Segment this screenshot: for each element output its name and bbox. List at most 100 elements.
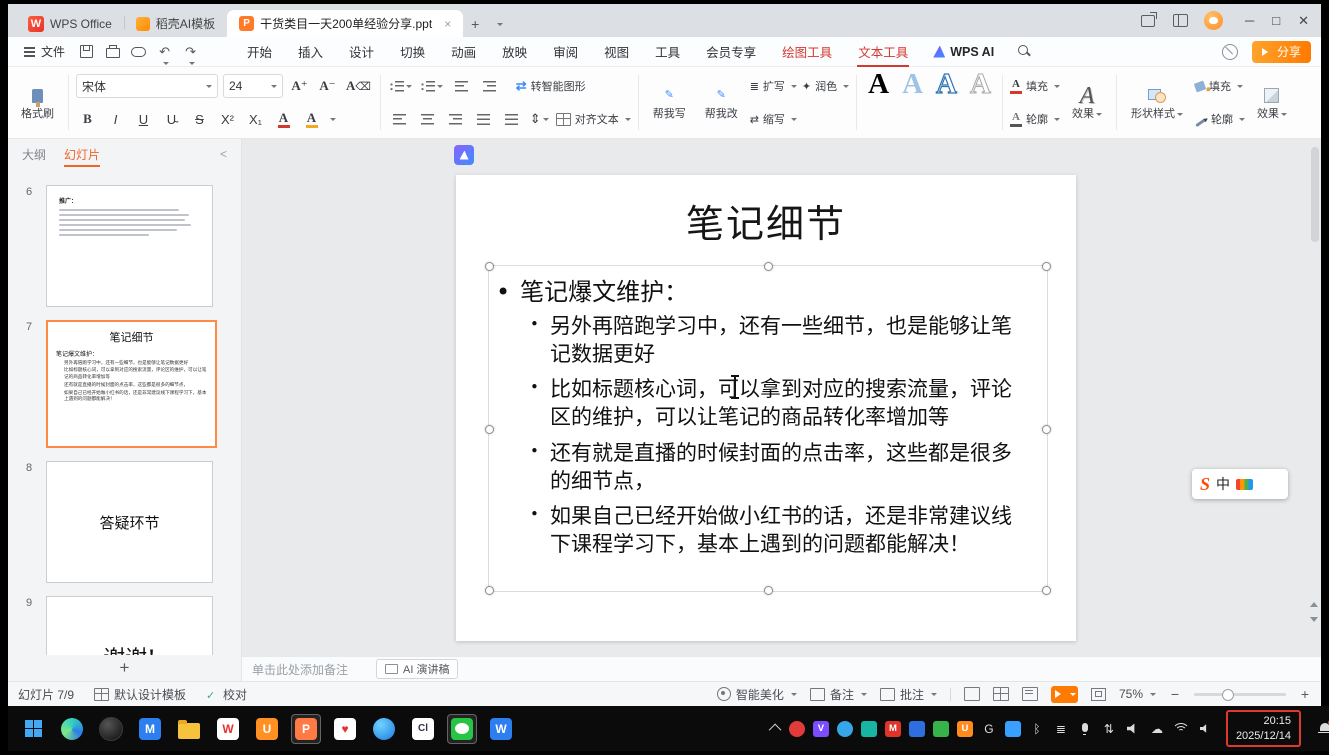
- file-menu-button[interactable]: 文件: [18, 43, 71, 60]
- tray-icon-green[interactable]: [933, 721, 949, 737]
- menu-review[interactable]: 审阅: [552, 37, 579, 66]
- resize-handle-se[interactable]: [1042, 586, 1051, 595]
- scrollbar-thumb[interactable]: [1311, 147, 1319, 242]
- resize-handle-w[interactable]: [485, 425, 494, 434]
- taskbar-app-wework[interactable]: W: [486, 714, 516, 744]
- close-tab-icon[interactable]: ×: [444, 17, 451, 31]
- menu-design[interactable]: 设计: [348, 37, 375, 66]
- cloud-icon[interactable]: ☁: [1149, 721, 1165, 737]
- search-icon[interactable]: [1018, 45, 1031, 58]
- shape-outline-button[interactable]: 轮廓: [1195, 111, 1245, 127]
- underline-button[interactable]: U: [132, 109, 155, 130]
- taskbar-app-wechat[interactable]: [447, 714, 477, 744]
- taskbar-app-explorer[interactable]: [174, 714, 204, 744]
- hidden-icons-chevron[interactable]: [769, 724, 782, 737]
- format-painter-button[interactable]: 格式刷: [14, 70, 61, 135]
- tray-icon-v[interactable]: V: [813, 721, 829, 737]
- resize-handle-n[interactable]: [764, 262, 773, 271]
- slide-bullet[interactable]: 另外再陪跑学习中，还有一些细节，也是能够让笔记数据更好: [530, 313, 1032, 368]
- zoom-slider[interactable]: [1194, 693, 1286, 696]
- shape-fill-button[interactable]: 填充: [1195, 78, 1243, 94]
- increase-indent-icon[interactable]: [478, 76, 501, 97]
- menu-view[interactable]: 视图: [603, 37, 630, 66]
- speaker-icon[interactable]: [1125, 721, 1141, 737]
- slide-lead-bullet[interactable]: 笔记爆文维护：: [496, 272, 688, 307]
- maximize-button[interactable]: □: [1272, 13, 1280, 28]
- share-button[interactable]: 分享: [1252, 41, 1311, 63]
- shield-icon[interactable]: [1005, 721, 1021, 737]
- mixer-icon[interactable]: ≣: [1053, 721, 1069, 737]
- menu-wps-ai[interactable]: WPS AI: [933, 45, 994, 59]
- text-preset-1[interactable]: A: [864, 70, 893, 135]
- menu-insert[interactable]: 插入: [297, 37, 324, 66]
- smart-beautify-button[interactable]: 智能美化: [717, 686, 797, 703]
- shrink-write-button[interactable]: ⇄ 缩写: [750, 111, 797, 127]
- clear-format-icon[interactable]: A⌫: [344, 76, 373, 97]
- taskbar-app-dark[interactable]: [96, 714, 126, 744]
- zoom-out-button[interactable]: −: [1169, 686, 1181, 702]
- shape-style-button[interactable]: 形状样式: [1124, 70, 1190, 135]
- ai-speech-button[interactable]: AI 演讲稿: [376, 659, 458, 679]
- wifi-icon[interactable]: [1173, 721, 1189, 737]
- redo-icon[interactable]: ↷: [183, 44, 198, 59]
- tab-docer-templates[interactable]: 稻壳AI模板: [124, 10, 227, 37]
- tray-icon-blue[interactable]: [909, 721, 925, 737]
- tab-outline[interactable]: 大纲: [22, 140, 46, 169]
- updown-icon[interactable]: ⇅: [1101, 721, 1117, 737]
- avatar[interactable]: [1204, 11, 1223, 30]
- save-icon[interactable]: [79, 44, 94, 59]
- shape-effect-button[interactable]: 效果: [1250, 70, 1294, 135]
- bullet-list-button[interactable]: [388, 76, 414, 97]
- collapse-panel-icon[interactable]: <: [220, 147, 227, 161]
- superscript-button[interactable]: X²: [216, 109, 239, 130]
- microphone-icon[interactable]: [1077, 721, 1093, 737]
- menu-animation[interactable]: 动画: [450, 37, 477, 66]
- number-list-button[interactable]: [419, 76, 445, 97]
- ai-edit-button[interactable]: ✎ 帮我改: [698, 70, 745, 135]
- expand-write-button[interactable]: ≣ 扩写: [750, 78, 797, 94]
- tray-icon-cloud-app[interactable]: [861, 721, 877, 737]
- quick-launch-icon[interactable]: [1140, 13, 1156, 29]
- tab-slides[interactable]: 幻灯片: [64, 140, 100, 169]
- add-slide-button[interactable]: +: [8, 655, 241, 681]
- fit-slide-button[interactable]: [1091, 688, 1106, 701]
- align-text-button[interactable]: 对齐文本: [556, 111, 631, 127]
- resize-handle-s[interactable]: [764, 586, 773, 595]
- taskbar-clock[interactable]: 20:15 2025/12/14: [1228, 711, 1299, 746]
- tray-icon-m[interactable]: M: [885, 721, 901, 737]
- undo-icon[interactable]: ↶: [157, 44, 172, 59]
- menu-start[interactable]: 开始: [246, 37, 273, 66]
- bold-button[interactable]: B: [76, 109, 99, 130]
- template-button[interactable]: 默认设计模板: [94, 686, 186, 703]
- polish-button[interactable]: ✦ 润色: [802, 78, 849, 94]
- wps-ai-float-button[interactable]: [454, 145, 474, 165]
- menu-transition[interactable]: 切换: [399, 37, 426, 66]
- resize-handle-e[interactable]: [1042, 425, 1051, 434]
- slide-bullet[interactable]: 比如标题核心词，可以拿到对应的搜索流量，评论区的维护，可以让笔记的商品转化率增加…: [530, 376, 1032, 431]
- decrease-font-icon[interactable]: A⁻: [316, 76, 339, 97]
- align-left-button[interactable]: [388, 109, 411, 130]
- strikethrough-button[interactable]: S: [188, 109, 211, 130]
- proofread-button[interactable]: ✓ 校对: [206, 686, 247, 703]
- slide-bullet[interactable]: 如果自己已经开始做小红书的话，还是非常建议线下课程学习下，基本上遇到的问题都能解…: [530, 503, 1032, 558]
- resize-handle-nw[interactable]: [485, 262, 494, 271]
- slide-title[interactable]: 笔记细节: [456, 193, 1076, 248]
- highlight-color-button[interactable]: A: [300, 109, 323, 130]
- taskbar-app-edge[interactable]: [57, 714, 87, 744]
- justify-button[interactable]: [472, 109, 495, 130]
- tray-icon-u[interactable]: U: [957, 721, 973, 737]
- bluetooth-icon[interactable]: ᛒ: [1029, 721, 1045, 737]
- text-effect-button[interactable]: A 效果: [1065, 70, 1109, 135]
- reading-view-button[interactable]: [1022, 687, 1038, 701]
- tab-wps-home[interactable]: W WPS Office: [16, 10, 124, 37]
- align-right-button[interactable]: [444, 109, 467, 130]
- subscript-button[interactable]: X₁: [244, 109, 267, 130]
- decrease-indent-icon[interactable]: [450, 76, 473, 97]
- tray-icon-bird[interactable]: [837, 721, 853, 737]
- ai-write-button[interactable]: ✎ 帮我写: [646, 70, 693, 135]
- distribute-button[interactable]: [500, 109, 523, 130]
- notes-placeholder[interactable]: 单击此处添加备注: [252, 661, 348, 678]
- cloud-sync-icon[interactable]: [131, 44, 146, 59]
- previous-slide-button[interactable]: [1307, 597, 1320, 610]
- tray-icon-g[interactable]: G: [981, 721, 997, 737]
